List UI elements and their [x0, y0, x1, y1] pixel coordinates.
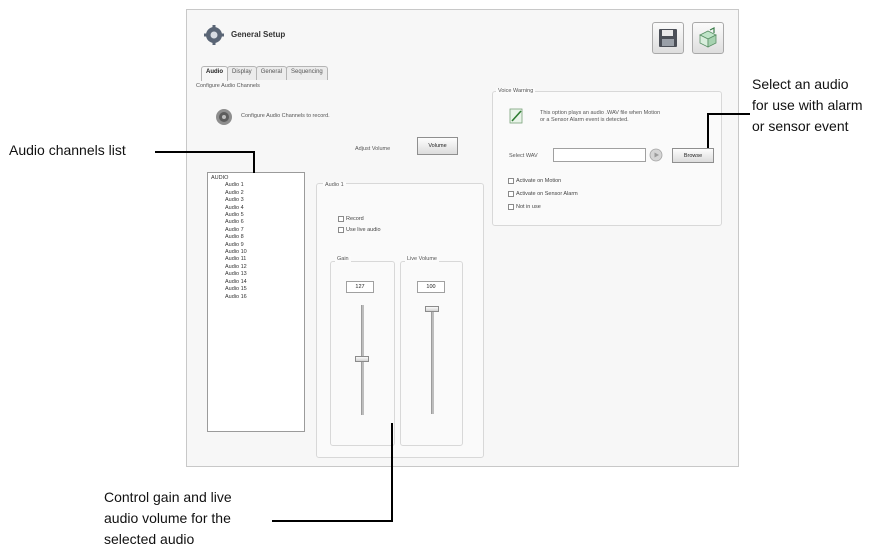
activate-on-motion-checkbox[interactable]: Activate on Motion: [508, 178, 561, 184]
annotation-select-audio-3: or sensor event: [752, 118, 849, 134]
export-button[interactable]: [692, 22, 724, 54]
list-item[interactable]: Audio 6: [211, 219, 301, 226]
not-in-use-label: Not in use: [516, 204, 541, 210]
list-item[interactable]: Audio 2: [211, 190, 301, 197]
list-item[interactable]: Audio 7: [211, 227, 301, 234]
gear-settings-icon: [204, 25, 224, 45]
audio-detail-label: Audio 1: [323, 182, 346, 188]
live-volume-slider-thumb[interactable]: [425, 306, 439, 312]
activate-on-sensor-alarm-label: Activate on Sensor Alarm: [516, 191, 578, 197]
live-volume-slider-track[interactable]: [431, 306, 434, 414]
voice-warning-description-2: or a Sensor Alarm event is detected.: [540, 117, 629, 123]
use-live-audio-checkbox-box[interactable]: [338, 227, 344, 233]
list-item[interactable]: Audio 1: [211, 182, 301, 189]
live-volume-label: Live Volume: [405, 256, 439, 262]
activate-on-motion-checkbox-box[interactable]: [508, 178, 514, 184]
annotation-select-audio-1: Select an audio: [752, 76, 849, 92]
voice-warning-label: Voice Warning: [496, 88, 536, 94]
browse-button[interactable]: Browse: [672, 148, 714, 163]
record-checkbox-box[interactable]: [338, 216, 344, 222]
audio-channel-list[interactable]: AUDIO Audio 1 Audio 2 Audio 3 Audio 4 Audio …: [207, 172, 305, 432]
gain-value-field[interactable]: 127: [346, 281, 374, 293]
annotation-line-select-v: [707, 113, 709, 148]
record-checkbox[interactable]: Record: [338, 216, 364, 222]
annotation-line-channels-v: [253, 151, 255, 173]
annotation-select-audio-2: for use with alarm: [752, 97, 863, 113]
annotation-gain-control-3: selected audio: [104, 531, 195, 547]
use-live-audio-label: Use live audio: [346, 227, 381, 233]
use-live-audio-checkbox[interactable]: Use live audio: [338, 227, 381, 233]
record-label: Record: [346, 216, 364, 222]
list-item[interactable]: Audio 13: [211, 271, 301, 278]
tab-sequencing[interactable]: Sequencing: [286, 66, 328, 80]
list-item[interactable]: Audio 16: [211, 294, 301, 301]
configure-group-label: Configure Audio Channels: [196, 83, 260, 89]
gain-slider-thumb[interactable]: [355, 356, 369, 362]
annotation-line-gain-v: [391, 423, 393, 522]
annotation-gain-control-2: audio volume for the: [104, 510, 231, 526]
not-in-use-checkbox[interactable]: Not in use: [508, 204, 541, 210]
live-volume-value-field[interactable]: 100: [417, 281, 445, 293]
list-item[interactable]: Audio 3: [211, 197, 301, 204]
tab-strip: Audio Display General Sequencing: [201, 66, 328, 81]
configure-description: Configure Audio Channels to record.: [241, 113, 330, 119]
list-item[interactable]: Audio 9: [211, 242, 301, 249]
tab-display[interactable]: Display: [227, 66, 257, 80]
annotation-audio-channels-list: Audio channels list: [9, 142, 126, 158]
list-item[interactable]: Audio 4: [211, 205, 301, 212]
floppy-disk-icon: [659, 29, 677, 47]
tab-general[interactable]: General: [255, 66, 288, 80]
list-item[interactable]: Audio 12: [211, 264, 301, 271]
box-export-icon: [699, 27, 717, 48]
adjust-volume-label: Adjust Volume: [355, 146, 391, 152]
gain-label: Gain: [335, 256, 351, 262]
activate-on-sensor-alarm-checkbox[interactable]: Activate on Sensor Alarm: [508, 191, 578, 197]
voice-warning-description-1: This option plays an audio .WAV file whe…: [540, 110, 661, 116]
list-item[interactable]: Audio 11: [211, 256, 301, 263]
save-button[interactable]: [652, 22, 684, 54]
list-item[interactable]: Audio 14: [211, 279, 301, 286]
window-title: General Setup: [231, 30, 286, 39]
document-edit-icon: [509, 108, 523, 124]
list-header: AUDIO: [211, 175, 229, 181]
not-in-use-checkbox-box[interactable]: [508, 204, 514, 210]
volume-button[interactable]: Volume: [417, 137, 458, 155]
play-icon[interactable]: [649, 148, 663, 162]
select-wav-label: Select WAV: [509, 153, 538, 159]
annotation-line-select-h: [708, 113, 750, 115]
annotation-gain-control-1: Control gain and live: [104, 489, 232, 505]
activate-on-motion-label: Activate on Motion: [516, 178, 562, 184]
annotation-line-gain-h: [272, 520, 393, 522]
list-item[interactable]: Audio 5: [211, 212, 301, 219]
tab-audio[interactable]: Audio: [201, 66, 228, 81]
list-item[interactable]: Audio 8: [211, 234, 301, 241]
list-item[interactable]: Audio 15: [211, 286, 301, 293]
list-item[interactable]: Audio 10: [211, 249, 301, 256]
speaker-icon: [216, 109, 232, 125]
annotation-line-channels-h: [155, 151, 255, 153]
activate-on-sensor-alarm-checkbox-box[interactable]: [508, 191, 514, 197]
select-wav-input[interactable]: [553, 148, 646, 162]
